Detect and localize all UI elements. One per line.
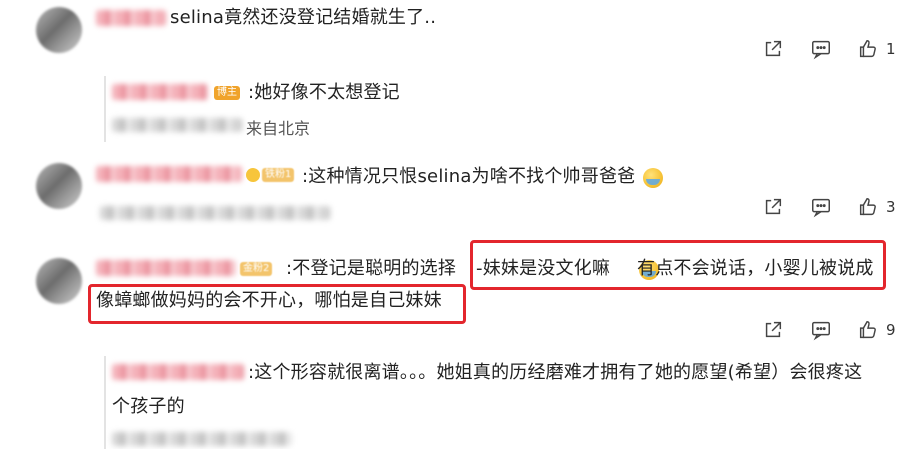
- thumbs-up-icon[interactable]: [857, 319, 879, 341]
- fan-medal-icon: [246, 168, 260, 182]
- username-blurred[interactable]: [96, 10, 166, 26]
- username-blurred[interactable]: [96, 260, 236, 276]
- comment-meta-blurred: [100, 206, 330, 220]
- reply-thread-line: [104, 356, 106, 449]
- like-count: 3: [886, 198, 896, 216]
- share-icon[interactable]: [762, 38, 784, 60]
- username-blurred[interactable]: [112, 84, 208, 100]
- comment-icon[interactable]: [810, 196, 832, 218]
- comment-text: selina竟然还没登记结婚就生了..: [170, 7, 437, 28]
- author-badge: 博主: [214, 86, 240, 100]
- like-count: 9: [886, 321, 896, 339]
- reply-text: 个孩子的: [112, 396, 185, 417]
- avatar[interactable]: [36, 163, 82, 209]
- comment-icon[interactable]: [810, 319, 832, 341]
- username-blurred[interactable]: [96, 166, 242, 182]
- fan-badge: 金粉2: [240, 262, 273, 276]
- avatar[interactable]: [36, 258, 82, 304]
- reply-text: :她好像不太想登记: [248, 82, 400, 103]
- comment-text: :不登记是聪明的选择: [286, 258, 457, 279]
- reply-meta-blurred: [112, 432, 292, 446]
- reply-text: :这个形容就很离谱。。。她姐真的历经磨难才拥有了她的愿望(希望）会很疼这: [248, 362, 863, 383]
- username-blurred[interactable]: [112, 364, 244, 380]
- comment-icon[interactable]: [810, 38, 832, 60]
- comment-text: :这种情况只恨selina为啥不找个帅哥爸爸: [302, 166, 636, 187]
- reply-thread-line: [104, 76, 106, 142]
- comment-actions: 3: [762, 196, 900, 220]
- comment-actions: 1: [762, 38, 900, 62]
- like-count: 1: [886, 40, 896, 58]
- fan-badge: 铁粉1: [262, 168, 295, 182]
- avatar[interactable]: [36, 7, 82, 53]
- reply-meta-blurred: [112, 118, 242, 132]
- thumbs-up-icon[interactable]: [857, 196, 879, 218]
- share-icon[interactable]: [762, 319, 784, 341]
- comment-text-highlighted: 有点不会说话，小婴儿被说成: [637, 258, 874, 279]
- comment-text-highlighted: -妹妹是没文化嘛: [476, 258, 611, 279]
- comment-actions: 9: [762, 319, 900, 343]
- share-icon[interactable]: [762, 196, 784, 218]
- thumbs-up-icon[interactable]: [857, 38, 879, 60]
- laugh-cry-emoji-icon: [643, 167, 663, 188]
- comment-text-highlighted: 像蟑螂做妈妈的会不开心，哪怕是自己妹妹: [96, 290, 442, 311]
- reply-location: 来自北京: [246, 119, 311, 138]
